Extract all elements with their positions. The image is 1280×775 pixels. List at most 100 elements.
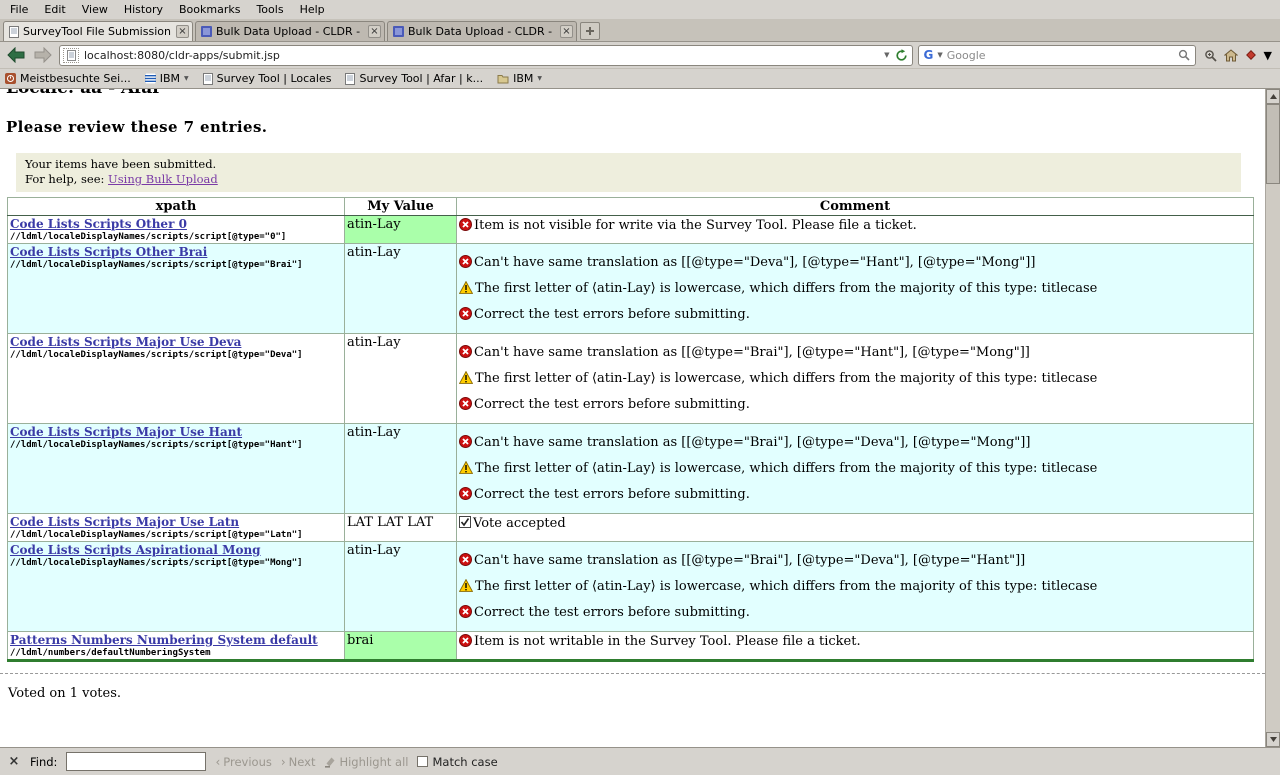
warning-icon: [459, 371, 473, 384]
home-icon[interactable]: [1224, 49, 1238, 62]
new-tab-button[interactable]: [580, 22, 600, 40]
find-previous-button[interactable]: ‹Previous: [215, 755, 271, 769]
close-find-icon[interactable]: ×: [7, 754, 21, 769]
highlight-all-button[interactable]: Highlight all: [324, 755, 408, 769]
table-row: Code Lists Scripts Other Brai//ldml/loca…: [8, 244, 1254, 334]
xpath-link[interactable]: Code Lists Scripts Major Use Latn: [10, 515, 239, 529]
column-header: My Value: [345, 198, 457, 216]
reload-icon[interactable]: [895, 49, 908, 62]
search-engine-dropdown-icon[interactable]: ▼: [937, 51, 942, 59]
bookmark-item[interactable]: Survey Tool | Afar | k...: [345, 72, 483, 85]
find-input[interactable]: [66, 752, 206, 771]
vertical-scrollbar[interactable]: [1265, 89, 1280, 747]
search-box[interactable]: G ▼ Google: [918, 45, 1196, 66]
search-placeholder[interactable]: Google: [947, 49, 1174, 62]
comment-text: Correct the test errors before submittin…: [474, 486, 750, 503]
notice-line1: Your items have been submitted.: [25, 157, 1232, 172]
comment-line: Item is not visible for write via the Su…: [459, 217, 1251, 234]
xpath-code: //ldml/localeDisplayNames/scripts/script…: [10, 232, 342, 242]
scrollbar-down-button[interactable]: [1266, 732, 1280, 747]
tabs-container: SurveyTool File Submission | ...×Bulk Da…: [3, 21, 577, 41]
tab-title: SurveyTool File Submission | ...: [23, 25, 172, 38]
xpath-link[interactable]: Patterns Numbers Numbering System defaul…: [10, 633, 318, 647]
find-next-button[interactable]: ›Next: [281, 755, 316, 769]
comment-line: The first letter of ⟨atin-Lay⟩ is lowerc…: [459, 578, 1251, 595]
cldr-icon: [201, 26, 212, 37]
xpath-cell: Code Lists Scripts Aspirational Mong//ld…: [8, 542, 345, 632]
comment-text: Correct the test errors before submittin…: [474, 396, 750, 413]
table-row: Patterns Numbers Numbering System defaul…: [8, 632, 1254, 661]
scrollbar-thumb[interactable]: [1266, 104, 1280, 184]
magnifier-icon[interactable]: [1178, 49, 1190, 61]
comment-line: Can't have same translation as [[@type="…: [459, 552, 1251, 569]
scroll-up-icon: [1270, 94, 1277, 99]
match-case-checkbox[interactable]: Match case: [417, 755, 497, 769]
bookmark-item[interactable]: Survey Tool | Locales: [203, 72, 332, 85]
urlbar-dropdown-icon[interactable]: ▼: [884, 51, 889, 59]
url-text[interactable]: localhost:8080/cldr-apps/submit.jsp: [84, 49, 879, 62]
bookmark-label: IBM: [513, 72, 533, 85]
review-heading: Please review these 7 entries.: [6, 118, 1265, 136]
comment-text: Vote accepted: [473, 515, 566, 532]
tab-close-icon[interactable]: ×: [176, 25, 189, 38]
my-value-cell: atin-Lay: [345, 334, 457, 424]
scrollbar-up-button[interactable]: [1266, 89, 1280, 104]
bookmark-item[interactable]: IBM▼: [497, 72, 542, 85]
menu-view[interactable]: View: [74, 1, 116, 18]
site-favicon: [63, 48, 79, 63]
address-bar[interactable]: localhost:8080/cldr-apps/submit.jsp ▼: [59, 45, 913, 66]
error-icon: [459, 634, 472, 647]
bulk-upload-link[interactable]: Using Bulk Upload: [108, 172, 218, 186]
comment-text: Can't have same translation as [[@type="…: [474, 254, 1035, 271]
tab[interactable]: Bulk Data Upload - CLDR - Un...×: [387, 21, 577, 41]
menu-bookmarks[interactable]: Bookmarks: [171, 1, 248, 18]
tab[interactable]: SurveyTool File Submission | ... ×: [3, 21, 193, 41]
menu-tools[interactable]: Tools: [248, 1, 291, 18]
forward-button[interactable]: [32, 44, 54, 66]
xpath-link[interactable]: Code Lists Scripts Aspirational Mong: [10, 543, 261, 557]
comment-text: Item is not writable in the Survey Tool.…: [474, 633, 861, 650]
next-chevron-icon: ›: [281, 755, 286, 769]
comment-cell: Can't have same translation as [[@type="…: [457, 542, 1254, 632]
back-button[interactable]: [5, 44, 27, 66]
tab-close-icon[interactable]: ×: [560, 25, 573, 38]
tab-close-icon[interactable]: ×: [368, 25, 381, 38]
overflow-chevron-icon[interactable]: ▼: [1264, 49, 1272, 62]
comment-line: Correct the test errors before submittin…: [459, 604, 1251, 621]
bookmark-item[interactable]: Meistbesuchte Sei...: [5, 72, 131, 85]
page: Locale: aa - Afar Please review these 7 …: [0, 89, 1265, 747]
cldr-icon: [393, 26, 404, 37]
menu-edit[interactable]: Edit: [36, 1, 73, 18]
menu-help[interactable]: Help: [292, 1, 333, 18]
error-icon: [459, 435, 472, 448]
bookmark-item[interactable]: IBM▼: [145, 72, 189, 85]
xpath-cell: Code Lists Scripts Major Use Latn//ldml/…: [8, 514, 345, 542]
warning-icon: [459, 579, 473, 592]
xpath-link[interactable]: Code Lists Scripts Major Use Hant: [10, 425, 242, 439]
tab[interactable]: Bulk Data Upload - CLDR - Un...×: [195, 21, 385, 41]
comment-line: The first letter of ⟨atin-Lay⟩ is lowerc…: [459, 280, 1251, 297]
error-icon: [459, 345, 472, 358]
match-case-label: Match case: [432, 755, 497, 769]
xpath-cell: Code Lists Scripts Other Brai//ldml/loca…: [8, 244, 345, 334]
menu-history[interactable]: History: [116, 1, 171, 18]
comment-line: The first letter of ⟨atin-Lay⟩ is lowerc…: [459, 460, 1251, 477]
column-header: xpath: [8, 198, 345, 216]
find-previous-label: Previous: [223, 755, 272, 769]
my-value-cell: atin-Lay: [345, 244, 457, 334]
xpath-cell: Patterns Numbers Numbering System defaul…: [8, 632, 345, 661]
addon-icon[interactable]: [1245, 49, 1257, 61]
highlight-all-label: Highlight all: [339, 755, 408, 769]
xpath-link[interactable]: Code Lists Scripts Other Brai: [10, 245, 207, 259]
bookmark-label: Survey Tool | Afar | k...: [359, 72, 483, 85]
menu-file[interactable]: File: [2, 1, 36, 18]
magnifier-plus-icon[interactable]: [1204, 49, 1217, 62]
table-row: Code Lists Scripts Major Use Latn//ldml/…: [8, 514, 1254, 542]
xpath-link[interactable]: Code Lists Scripts Other 0: [10, 217, 187, 231]
checkbox-box-icon: [417, 756, 428, 767]
bookmark-label: IBM: [160, 72, 180, 85]
back-arrow-icon: [7, 47, 25, 63]
xpath-code: //ldml/localeDisplayNames/scripts/script…: [10, 530, 342, 540]
tab-bar: SurveyTool File Submission | ...×Bulk Da…: [0, 19, 1280, 42]
xpath-link[interactable]: Code Lists Scripts Major Use Deva: [10, 335, 241, 349]
